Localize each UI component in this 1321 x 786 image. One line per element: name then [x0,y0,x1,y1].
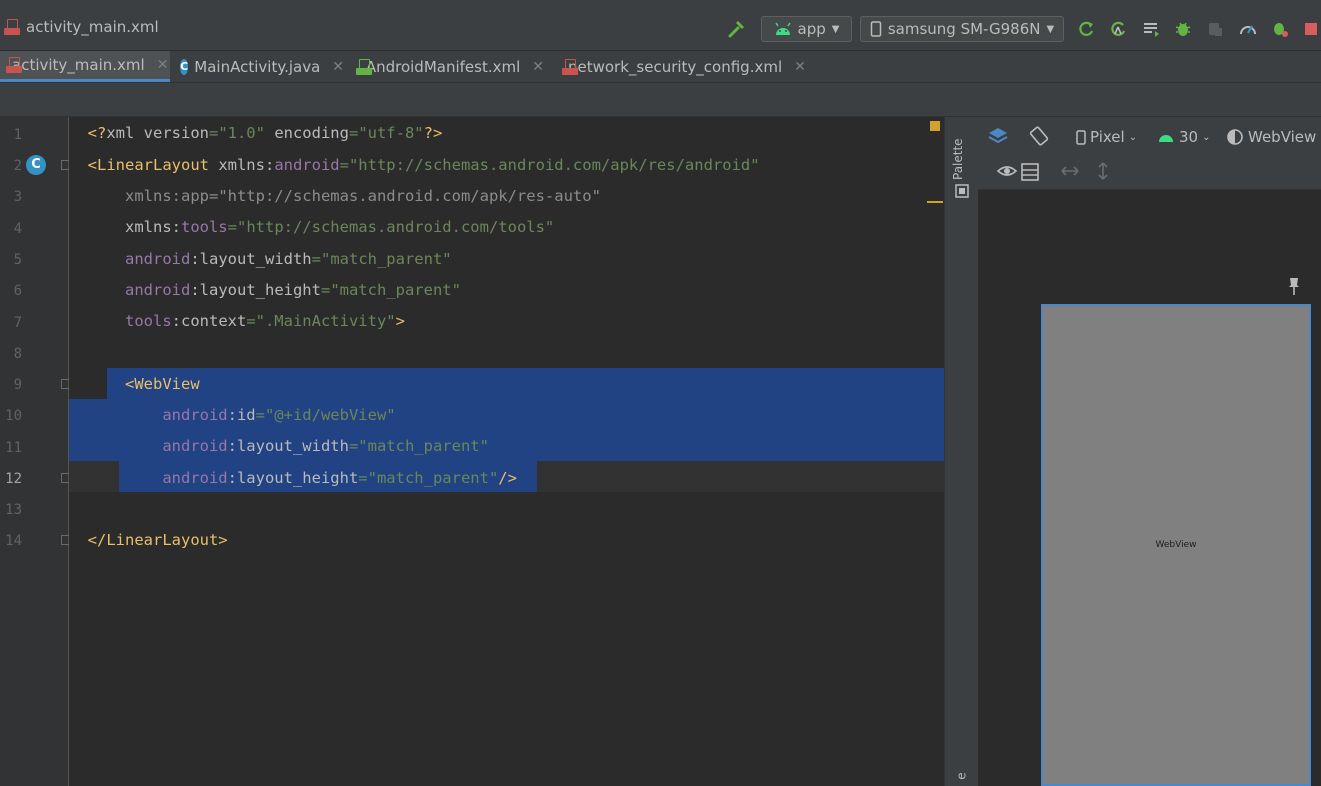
logcat-list-icon[interactable] [1139,16,1163,42]
line-number: 3 [13,189,22,205]
chevron-down-icon: ⌄ [1128,131,1138,143]
breadcrumb-file-label: activity_main.xml [26,18,159,36]
code-line-12: android:layout_height="match_parent"/> [69,469,517,487]
editor-tabs: activity_main.xml ✕ C MainActivity.java … [0,51,1321,83]
line-number: 2 [13,158,22,174]
error-stripe-mark[interactable] [927,201,943,203]
line-number: 9 [13,377,22,393]
manifest-icon [356,58,372,75]
tab-label: network_security_config.xml [568,57,783,76]
tab-activity-main[interactable]: activity_main.xml ✕ [0,51,170,82]
tab-label: MainActivity.java [194,57,321,76]
tab-label: activity_main.xml [12,56,145,74]
code-line-11: android:layout_width="match_parent" [69,437,489,455]
xml-file-icon [4,19,20,35]
stripe-side-label[interactable]: e [955,772,969,779]
horizontal-resize-icon[interactable] [1060,164,1080,178]
close-icon[interactable]: ✕ [332,59,344,75]
device-select[interactable]: samsung SM-G986N ▼ [860,16,1064,42]
close-icon[interactable]: ✕ [532,59,544,75]
theme-select[interactable]: WebView [1226,125,1316,149]
code-line-6: android:layout_height="match_parent" [69,281,461,299]
palette-tool-stripe: e [944,117,979,786]
layers-icon[interactable] [987,125,1009,147]
line-number: 6 [13,283,22,299]
line-number: 13 [5,502,22,518]
code-line-9: <WebView [69,375,200,393]
build-hammer-icon[interactable] [725,16,749,42]
tab-main-activity[interactable]: C MainActivity.java ✕ [174,51,350,82]
apply-changes-restart-icon[interactable] [1074,16,1098,42]
chevron-down-icon: ▼ [1046,23,1055,35]
device-label: samsung SM-G986N [887,20,1041,38]
close-icon[interactable]: ✕ [794,59,806,75]
device-preview-select[interactable]: Pixel ⌄ [1076,125,1137,149]
run-config-select[interactable]: app ▼ [761,16,852,42]
line-number: 14 [5,533,22,549]
warning-marker-icon[interactable] [930,121,940,131]
code-line-1: <?xml version="1.0" encoding="utf-8"?> [69,124,443,142]
attach-debugger-icon[interactable] [1203,16,1227,42]
device-chip-label: Pixel [1090,128,1125,146]
code-line-2: <LinearLayout xmlns:android="http://sche… [69,156,760,174]
theme-icon [1227,129,1243,145]
main-toolbar: activity_main.xml app ▼ samsung SM-G986N… [0,8,1321,51]
tab-label: AndroidManifest.xml [365,57,521,76]
code-line-3: xmlns:app="http://schemas.android.com/ap… [69,187,601,205]
line-number: 8 [13,346,22,362]
api-chip-label: 30 [1179,128,1199,146]
palette-icon[interactable] [954,183,970,199]
code-editor[interactable]: <?xml version="1.0" encoding="utf-8"?> <… [69,117,944,786]
code-line-14: </LinearLayout> [69,531,228,549]
apply-code-changes-icon[interactable] [1106,16,1130,42]
run-config-label: app [797,20,826,38]
line-number: 4 [13,221,22,237]
line-number: 10 [5,408,22,424]
chevron-down-icon: ▼ [831,23,840,35]
editor-gutter: 1 2 3 4 5 6 7 8 9 10 11 12 13 14 C [0,117,100,786]
editor-breadcrumb-bar [0,83,1321,117]
line-number: 5 [13,252,22,268]
code-line-5: android:layout_width="match_parent" [69,250,452,268]
tab-android-manifest[interactable]: AndroidManifest.xml ✕ [350,51,550,82]
theme-chip-label: WebView [1248,128,1317,146]
code-line-10: android:id="@+id/webView" [69,406,396,424]
blueprint-icon[interactable] [1020,162,1040,182]
android-icon [1159,135,1173,142]
profiler-gauge-icon[interactable] [1236,16,1260,42]
tab-network-security-config[interactable]: network_security_config.xml ✕ [556,51,806,82]
device-preview[interactable]: WebView [1041,304,1311,786]
line-number-current: 12 [5,471,22,487]
chevron-down-icon: ⌄ [1202,131,1211,143]
eye-icon[interactable] [996,163,1018,181]
android-icon [774,22,791,35]
phone-icon [1076,129,1086,145]
api-level-select[interactable]: 30 ⌄ [1157,125,1210,149]
navigation-breadcrumb[interactable]: activity_main.xml [4,18,159,36]
webview-preview-label: WebView [1155,540,1197,550]
debug-bug-icon[interactable] [1171,16,1195,42]
line-number: 7 [13,315,22,331]
palette-tab-label[interactable]: Palette [951,138,965,180]
close-icon[interactable]: ✕ [157,57,169,73]
code-line-7: tools:context=".MainActivity"> [69,312,405,330]
line-number: 11 [5,440,22,456]
activity-class-gutter-icon[interactable]: C [26,155,46,175]
stop-icon[interactable] [1301,16,1321,42]
orientation-rotate-icon[interactable] [1028,125,1050,147]
debug-bug-settings-icon[interactable] [1268,16,1292,42]
vertical-resize-icon[interactable] [1096,161,1110,181]
phone-icon [870,21,882,37]
line-number: 1 [13,127,22,143]
pin-icon[interactable] [1286,276,1302,296]
java-class-icon: C [180,58,189,75]
code-line-4: xmlns:tools="http://schemas.android.com/… [69,218,555,236]
